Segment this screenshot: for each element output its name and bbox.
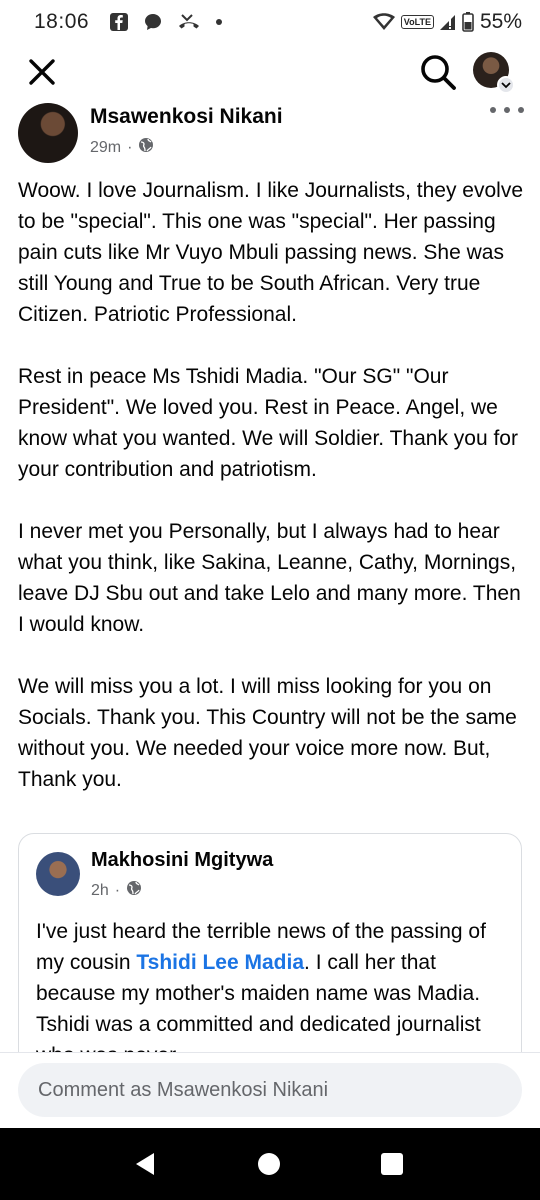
post-paragraph-1: Woow. I love Journalism. I like Journali… xyxy=(18,179,523,326)
mention-link[interactable]: Tshidi Lee Madia xyxy=(136,951,304,974)
status-time: 18:06 xyxy=(34,10,90,33)
shared-post-time[interactable]: 2h xyxy=(91,882,109,900)
recent-apps-icon[interactable] xyxy=(381,1153,403,1175)
author-name[interactable]: Msawenkosi Nikani xyxy=(90,105,283,129)
shared-post-meta: 2h · xyxy=(91,880,142,901)
post-body: Woow. I love Journalism. I like Journali… xyxy=(18,175,526,826)
comment-input[interactable] xyxy=(18,1063,522,1117)
post-paragraph-3: I never met you Personally, but I always… xyxy=(18,520,521,636)
more-dot xyxy=(518,107,524,113)
dot-icon xyxy=(215,18,223,26)
more-dot xyxy=(490,107,496,113)
profile-menu-button[interactable] xyxy=(473,52,515,94)
wifi-icon xyxy=(372,13,395,31)
home-icon[interactable] xyxy=(258,1153,280,1175)
signal-icon xyxy=(439,13,456,31)
chevron-down-icon xyxy=(497,76,515,94)
search-icon[interactable] xyxy=(419,53,457,91)
android-nav-bar xyxy=(0,1128,540,1200)
shared-author-avatar[interactable] xyxy=(36,852,80,896)
shared-author-name[interactable]: Makhosini Mgitywa xyxy=(91,849,273,872)
battery-percent: 55% xyxy=(479,10,522,33)
meta-separator: · xyxy=(114,881,121,899)
status-bar: 18:06 VoLTE 55% xyxy=(0,0,540,44)
volte-badge: VoLTE xyxy=(400,15,434,29)
globe-icon xyxy=(126,880,142,901)
more-options-icon[interactable] xyxy=(490,100,524,120)
facebook-icon xyxy=(109,12,129,32)
post-paragraph-4: We will miss you a lot. I will miss look… xyxy=(18,675,517,791)
more-dot xyxy=(504,107,510,113)
post-meta: 29m · xyxy=(90,137,154,158)
globe-icon xyxy=(138,137,154,158)
shared-post-text: I've just heard the terrible news of the… xyxy=(36,916,508,1071)
system-status-icons: VoLTE 55% xyxy=(372,10,522,34)
top-nav xyxy=(0,44,540,98)
chat-bubble-icon xyxy=(143,12,163,32)
comment-bar xyxy=(0,1052,540,1128)
missed-call-icon xyxy=(177,12,201,32)
close-icon[interactable] xyxy=(26,56,58,88)
battery-icon xyxy=(462,12,474,32)
post-time[interactable]: 29m xyxy=(90,139,121,157)
notification-icons xyxy=(109,12,223,32)
post-header: Msawenkosi Nikani 29m · xyxy=(18,100,528,170)
back-icon[interactable] xyxy=(134,1152,156,1176)
post-paragraph-2: Rest in peace Ms Tshidi Madia. "Our SG" … xyxy=(18,365,518,481)
meta-separator: · xyxy=(127,138,133,156)
author-avatar[interactable] xyxy=(18,103,78,163)
